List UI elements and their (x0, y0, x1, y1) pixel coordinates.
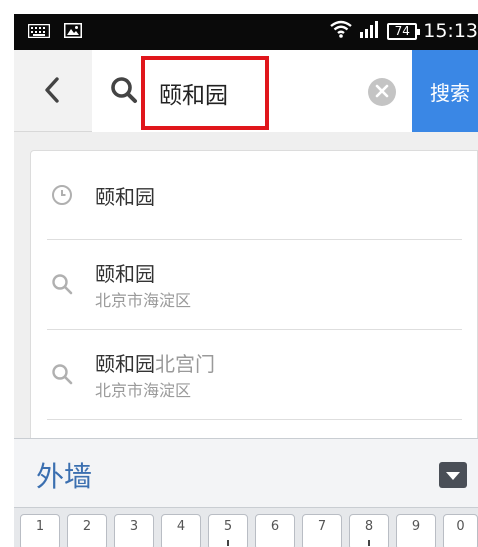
search-button[interactable]: 搜索 (412, 50, 478, 132)
key-2[interactable]: 2 (67, 514, 107, 547)
keyboard: 外墙 1 2 3 4 5 6 7 8 9 0 (14, 438, 478, 547)
suggestion-title: 颐和园 (95, 262, 155, 286)
suggestion-title-main: 颐和园 (95, 352, 155, 376)
suggestion-item[interactable]: 颐和园 北京市海淀区 (31, 240, 478, 329)
suggestion-history-item[interactable]: 颐和园 (31, 151, 478, 239)
divider (47, 419, 462, 420)
collapse-triangle-icon (445, 466, 461, 485)
suggestion-title: 颐和园 (95, 185, 155, 209)
candidate-bar: 外墙 (14, 438, 478, 508)
wifi-icon (329, 20, 353, 42)
key-5[interactable]: 5 (208, 514, 248, 547)
suggestion-subtitle: 北京市海淀区 (95, 291, 192, 310)
candidate-word[interactable]: 外墙 (36, 455, 92, 495)
key-dot (368, 540, 370, 546)
status-time: 15:13 (423, 20, 478, 42)
key-1[interactable]: 1 (20, 514, 60, 547)
suggestion-subtitle: 北京市海淀区 (95, 381, 192, 400)
number-key-row: 1 2 3 4 5 6 7 8 9 0 (14, 514, 478, 547)
search-input[interactable]: 颐和园 (141, 56, 269, 130)
suggestion-list: 颐和园 颐和园 北京市海淀区 颐和园北宫门 北京市海淀区 (30, 150, 478, 440)
clear-icon (375, 83, 389, 102)
suggestion-title: 颐和园北宫门 (95, 348, 215, 377)
back-arrow-icon (43, 77, 61, 107)
clock-icon (51, 184, 73, 210)
key-3[interactable]: 3 (114, 514, 154, 547)
clear-button[interactable] (368, 78, 396, 106)
keyboard-icon (27, 23, 51, 42)
status-bar: 74 15:13 (14, 14, 478, 50)
signal-icon (359, 20, 381, 42)
key-dot (227, 540, 229, 546)
key-9[interactable]: 9 (396, 514, 436, 547)
key-4[interactable]: 4 (161, 514, 201, 547)
image-icon (64, 23, 82, 42)
key-6[interactable]: 6 (255, 514, 295, 547)
key-label: 8 (364, 519, 374, 534)
key-8[interactable]: 8 (349, 514, 389, 547)
search-bar: 颐和园 搜索 (14, 50, 478, 132)
search-icon (110, 76, 138, 108)
suggestion-title-suffix: 北宫门 (155, 352, 215, 376)
suggestion-item[interactable]: 颐和园北宫门 北京市海淀区 (31, 330, 478, 419)
collapse-button[interactable] (439, 462, 467, 488)
search-icon (51, 273, 73, 299)
key-label: 5 (223, 519, 233, 534)
search-icon (51, 363, 73, 389)
back-button[interactable] (28, 70, 76, 114)
key-0[interactable]: 0 (443, 514, 478, 547)
key-7[interactable]: 7 (302, 514, 342, 547)
battery-icon: 74 (387, 22, 421, 40)
